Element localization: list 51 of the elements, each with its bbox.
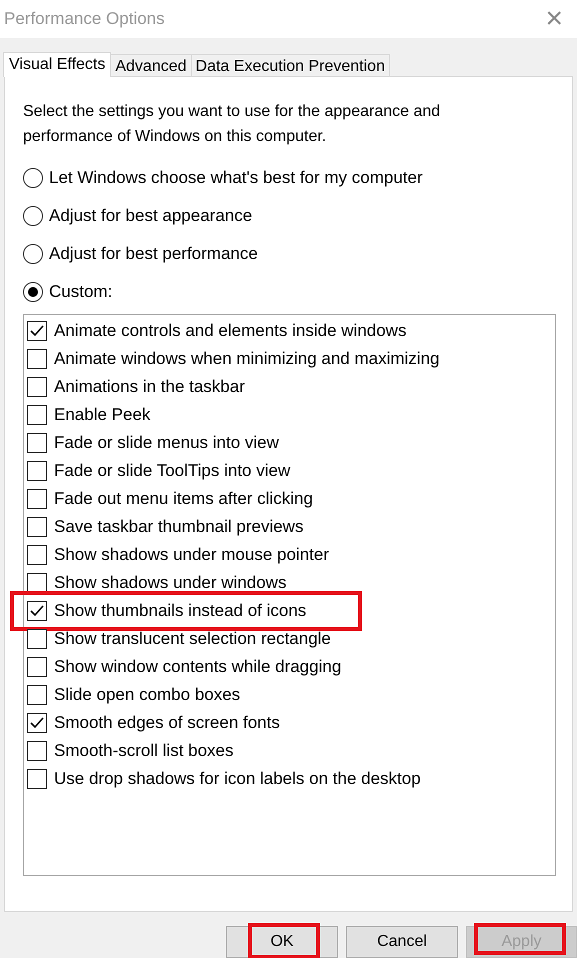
effect-label[interactable]: Enable Peek xyxy=(54,402,150,428)
effect-label[interactable]: Fade or slide menus into view xyxy=(54,430,279,456)
checkbox[interactable] xyxy=(27,544,47,565)
option-label[interactable]: Custom: xyxy=(49,279,112,305)
effect-label[interactable]: Show window contents while dragging xyxy=(54,654,342,680)
tab[interactable]: Visual Effects xyxy=(3,52,112,77)
option-label[interactable]: Adjust for best appearance xyxy=(49,203,252,229)
description-text: Select the settings you want to use for the appearance and performance of Windows on this computer. xyxy=(23,102,442,147)
effect-label[interactable]: Use drop shadows for icon labels on the desktop xyxy=(54,766,421,792)
close-button[interactable]: × xyxy=(541,4,567,34)
checkbox[interactable] xyxy=(27,684,47,705)
checkbox[interactable] xyxy=(27,656,47,677)
radio-button[interactable] xyxy=(23,282,43,302)
effect-label[interactable]: Smooth edges of screen fonts xyxy=(54,710,280,736)
effect-label[interactable]: Show thumbnails instead of icons xyxy=(54,598,306,624)
checkmark-icon xyxy=(30,716,44,730)
checkmark-icon xyxy=(30,604,44,618)
tab[interactable]: Data Execution Prevention xyxy=(190,54,390,76)
effect-label[interactable]: Fade or slide ToolTips into view xyxy=(54,458,290,484)
effect-label[interactable]: Save taskbar thumbnail previews xyxy=(54,514,304,540)
checkbox[interactable] xyxy=(27,768,47,789)
checkbox[interactable] xyxy=(27,432,47,453)
radio-button[interactable] xyxy=(23,206,43,226)
option-label[interactable]: Let Windows choose what's best for my computer xyxy=(49,165,423,191)
radio-button[interactable] xyxy=(23,244,43,264)
effect-label[interactable]: Animate windows when minimizing and maximizing xyxy=(54,346,440,372)
checkbox[interactable] xyxy=(27,320,47,341)
checkbox[interactable] xyxy=(27,740,47,761)
checkbox[interactable] xyxy=(27,516,47,537)
dialog-button[interactable]: Cancel xyxy=(346,926,458,958)
checkbox[interactable] xyxy=(27,488,47,509)
effect-label[interactable]: Animate controls and elements inside windows xyxy=(54,318,406,344)
effect-label[interactable]: Slide open combo boxes xyxy=(54,682,240,708)
checkbox[interactable] xyxy=(27,600,47,621)
checkmark-icon xyxy=(30,324,44,338)
checkbox[interactable] xyxy=(27,348,47,369)
checkbox[interactable] xyxy=(27,376,47,397)
option-label[interactable]: Adjust for best performance xyxy=(49,241,258,267)
effect-label[interactable]: Show shadows under mouse pointer xyxy=(54,542,329,568)
radio-button[interactable] xyxy=(23,168,43,188)
effect-label[interactable]: Animations in the taskbar xyxy=(54,374,245,400)
checkbox[interactable] xyxy=(27,628,47,649)
effect-label[interactable]: Smooth-scroll list boxes xyxy=(54,738,234,764)
effect-label[interactable]: Show shadows under windows xyxy=(54,570,286,596)
checkbox[interactable] xyxy=(27,572,47,593)
window-title: Performance Options xyxy=(4,8,165,30)
checkbox[interactable] xyxy=(27,404,47,425)
checkbox[interactable] xyxy=(27,712,47,733)
checkbox[interactable] xyxy=(27,460,47,481)
effect-label[interactable]: Show translucent selection rectangle xyxy=(54,626,331,652)
effect-label[interactable]: Fade out menu items after clicking xyxy=(54,486,313,512)
